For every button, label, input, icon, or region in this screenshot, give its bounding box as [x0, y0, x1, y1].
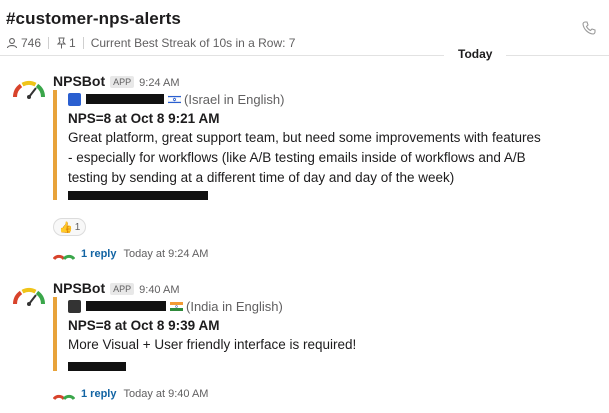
source-locale: (India in English) [186, 298, 283, 314]
member-icon [6, 38, 18, 49]
pin-count-value: 1 [69, 36, 76, 50]
nps-comment: More Visual + User friendly interface is… [68, 337, 357, 352]
thumbs-up-icon: 👍 [59, 221, 73, 234]
channel-meta: 746 1 Current Best Streak of 10s in a Ro… [6, 36, 609, 50]
bot-name[interactable]: NPSBot [53, 280, 105, 296]
message-header: NPSBot APP 9:24 AM [53, 73, 180, 89]
gauge-avatar-icon[interactable] [12, 286, 46, 306]
channel-topic[interactable]: Current Best Streak of 10s in a Row: 7 [91, 36, 296, 50]
pin-count[interactable]: 1 [56, 36, 76, 50]
reply-time: Today at 9:24 AM [123, 248, 209, 260]
phone-icon[interactable] [581, 20, 597, 36]
nps-attachment: (Israel in English) NPS=8 at Oct 8 9:21 … [53, 90, 541, 200]
nps-attachment: (India in English) NPS=8 at Oct 8 9:39 A… [53, 297, 453, 371]
reaction-count: 1 [74, 221, 81, 233]
customer-logo-icon [68, 299, 81, 313]
message-time[interactable]: 9:24 AM [139, 77, 179, 89]
nps-title: NPS=8 at Oct 8 9:21 AM [68, 111, 220, 126]
day-divider-label[interactable]: Today [444, 47, 507, 61]
reply-count[interactable]: 1 reply [81, 388, 116, 400]
channel-title[interactable]: #customer-nps-alerts [6, 9, 609, 29]
reply-count[interactable]: 1 reply [81, 248, 116, 260]
customer-logo-icon [68, 92, 81, 106]
nps-title: NPS=8 at Oct 8 9:39 AM [68, 318, 220, 333]
gauge-avatar-icon[interactable] [12, 79, 46, 99]
india-flag-icon [170, 301, 183, 311]
redacted-contact[interactable] [68, 190, 208, 200]
thread-summary[interactable]: 1 reply Today at 9:24 AM [53, 248, 208, 260]
nps-comment: Great platform, great support team, but … [68, 130, 541, 185]
message-header: NPSBot APP 9:40 AM [53, 280, 180, 296]
attachment-footer [68, 190, 541, 200]
meta-divider [48, 37, 50, 49]
israel-flag-icon [168, 94, 181, 104]
replier-avatars-icon [53, 254, 75, 260]
replier-avatars-icon [53, 394, 75, 400]
reaction-thumbs-up[interactable]: 👍 1 [53, 218, 87, 236]
app-badge: APP [110, 76, 135, 88]
member-count[interactable]: 746 [6, 36, 41, 50]
bot-name[interactable]: NPSBot [53, 73, 105, 89]
attachment-footer [68, 361, 453, 371]
day-divider-line [0, 55, 609, 56]
channel-header: #customer-nps-alerts 746 1 Current Best … [0, 0, 609, 50]
attachment-source: (Israel in English) [68, 90, 541, 108]
attachment-source: (India in English) [68, 297, 453, 315]
message-time[interactable]: 9:40 AM [139, 284, 179, 296]
source-locale: (Israel in English) [184, 91, 285, 107]
thread-summary[interactable]: 1 reply Today at 9:40 AM [53, 388, 208, 400]
redacted-name [86, 94, 164, 104]
redacted-contact[interactable] [68, 361, 126, 371]
redacted-name [86, 301, 166, 311]
meta-divider [82, 37, 84, 49]
app-badge: APP [110, 283, 135, 295]
member-count-value: 746 [21, 36, 42, 50]
pin-icon [56, 37, 67, 49]
reply-time: Today at 9:40 AM [123, 388, 209, 400]
